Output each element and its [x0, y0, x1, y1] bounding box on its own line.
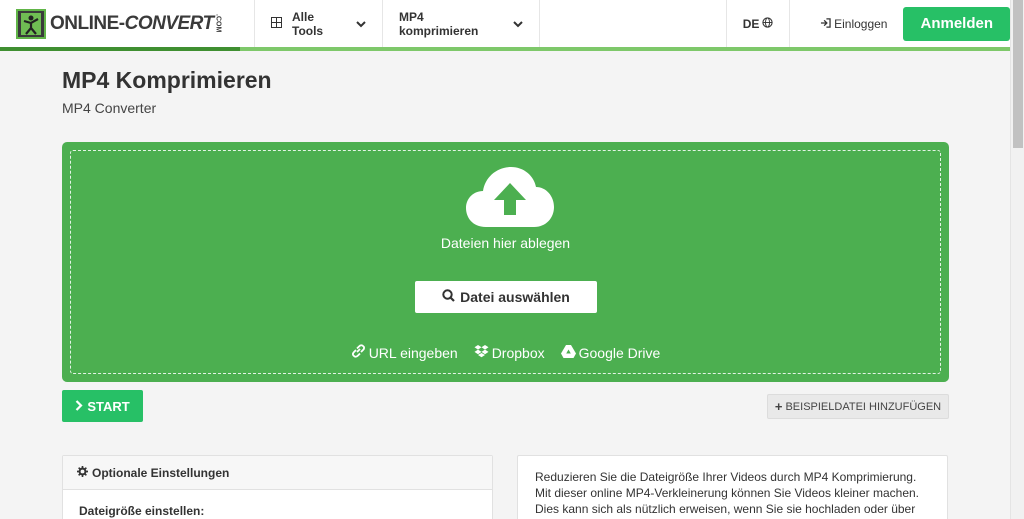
google-drive-icon	[560, 344, 579, 361]
gear-icon	[77, 465, 92, 480]
description-panel: Reduzieren Sie die Dateigröße Ihrer Vide…	[517, 455, 948, 519]
optional-settings-header[interactable]: Optionale Einstellungen	[63, 456, 492, 490]
dropbox-source-label: Dropbox	[491, 344, 545, 361]
logo-figure-icon	[16, 8, 46, 39]
logo-text: ONLINE-CONVERT	[50, 12, 214, 34]
dropbox-source-link[interactable]: Dropbox	[474, 344, 545, 361]
login-icon	[820, 17, 831, 31]
url-source-label: URL eingeben	[368, 344, 458, 361]
language-label: DE	[742, 16, 760, 31]
google-drive-source-link[interactable]: Google Drive	[560, 344, 661, 361]
chevron-right-icon	[75, 399, 87, 414]
header-accent-bar	[0, 47, 1010, 51]
login-link[interactable]: Einloggen	[790, 0, 897, 47]
cloud-upload-icon	[466, 167, 554, 234]
filesize-label: Dateigröße einstellen:	[79, 504, 205, 518]
scrollbar[interactable]	[1010, 0, 1024, 519]
start-label: START	[87, 398, 130, 414]
nav-mp4-compress[interactable]: MP4 komprimieren	[383, 0, 540, 47]
language-selector[interactable]: DE	[727, 0, 791, 47]
nav-mp4-compress-label: MP4 komprimieren	[399, 9, 479, 38]
google-drive-source-label: Google Drive	[578, 344, 661, 361]
add-sample-file-label: BEISPIELDATEI HINZUFÜGEN	[785, 400, 942, 413]
chevron-down-icon	[356, 17, 366, 31]
dropzone-dashed-border: Dateien hier ablegen Datei auswählen URL…	[70, 150, 941, 374]
add-sample-file-button[interactable]: + BEISPIELDATEI HINZUFÜGEN	[767, 394, 949, 419]
scrollbar-thumb[interactable]	[1013, 0, 1023, 148]
grid-icon	[271, 16, 282, 31]
optional-settings-heading: Optionale Einstellungen	[92, 465, 230, 480]
dropbox-icon	[474, 344, 492, 361]
upload-sources: URL eingeben Dropbox Google Drive	[71, 344, 940, 361]
choose-file-label: Datei auswählen	[460, 289, 570, 305]
top-navigation: ONLINE-CONVERT .COM Alle Tools MP4 kompr…	[0, 0, 1010, 48]
page-subtitle: MP4 Converter	[62, 100, 157, 116]
chevron-down-icon	[513, 17, 523, 31]
signup-button[interactable]: Anmelden	[903, 6, 1010, 41]
logo-com: .COM	[214, 14, 222, 33]
drop-files-text: Dateien hier ablegen	[440, 235, 571, 251]
search-icon	[442, 289, 460, 305]
optional-settings-panel: Optionale Einstellungen Dateigröße einst…	[62, 455, 493, 519]
link-icon	[351, 344, 369, 361]
nav-all-tools-label: Alle Tools	[292, 9, 324, 38]
globe-icon	[762, 16, 774, 31]
login-label: Einloggen	[834, 16, 888, 31]
choose-file-button[interactable]: Datei auswählen	[415, 281, 597, 313]
nav-spacer	[540, 0, 728, 47]
logo[interactable]: ONLINE-CONVERT .COM	[0, 0, 255, 47]
description-text: Reduzieren Sie die Dateigröße Ihrer Vide…	[535, 470, 919, 516]
url-source-link[interactable]: URL eingeben	[351, 344, 458, 361]
plus-icon: +	[774, 399, 783, 414]
start-button[interactable]: START	[62, 390, 143, 422]
upload-dropzone[interactable]: Dateien hier ablegen Datei auswählen URL…	[62, 142, 949, 382]
page-title: MP4 Komprimieren	[62, 67, 272, 93]
nav-all-tools[interactable]: Alle Tools	[255, 0, 383, 47]
